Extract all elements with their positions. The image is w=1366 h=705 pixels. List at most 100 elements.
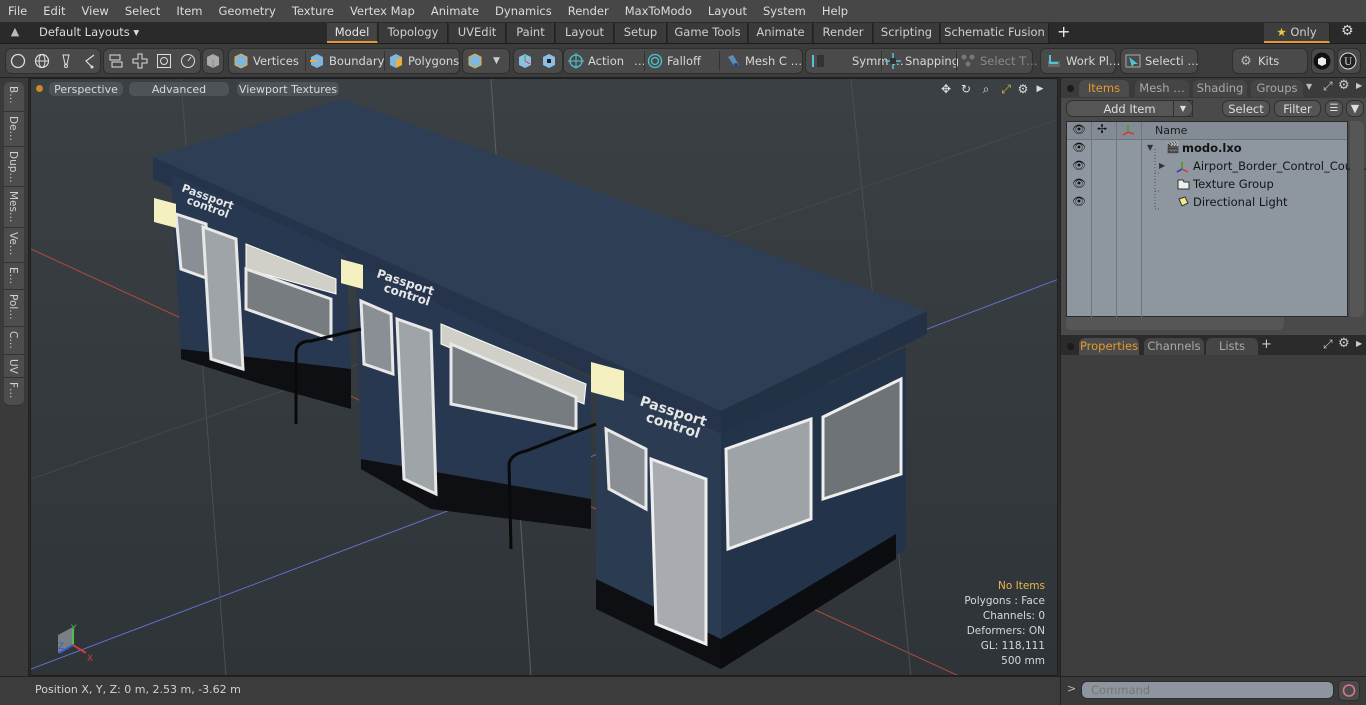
pen-button[interactable] [57, 49, 78, 73]
select-button[interactable]: Select [1222, 100, 1270, 117]
name-column-header[interactable]: Name [1155, 124, 1187, 137]
only-toggle[interactable]: ★ Only [1264, 23, 1330, 43]
list-item[interactable]: 👁 Directional Light [1067, 194, 1347, 212]
default-layouts-dropdown[interactable]: Default Layouts ▾ [39, 22, 139, 43]
menu-select[interactable]: Select [117, 0, 168, 22]
menu-vertex-map[interactable]: Vertex Map [342, 0, 423, 22]
command-input[interactable] [1081, 681, 1334, 699]
visibility-eye-icon[interactable]: 👁 [1072, 159, 1086, 172]
vtab-fusion[interactable]: F… [4, 378, 24, 406]
vtab-polygon[interactable]: Pol… [4, 290, 24, 327]
tab-uvedit[interactable]: UVEdit [449, 23, 506, 43]
visibility-eye-icon[interactable]: 👁 [1072, 195, 1086, 208]
lock-move-icon[interactable]: ✢ [1097, 122, 1107, 136]
items-list[interactable]: 👁 ✢ Name 👁 ▼ 🎬 modo.lxo 👁 ▶ Airport_Bord… [1066, 121, 1366, 318]
cross-button[interactable] [131, 49, 152, 73]
tab-render[interactable]: Render [814, 23, 873, 43]
panel-gear-icon[interactable]: ⚙ [1338, 78, 1350, 93]
menu-render[interactable]: Render [560, 0, 617, 22]
selection-sets-button[interactable]: Selecti … [1124, 49, 1199, 73]
visibility-eye-icon[interactable]: 👁 [1072, 177, 1086, 190]
menu-geometry[interactable]: Geometry [211, 0, 284, 22]
tab-shading[interactable]: Shading [1193, 80, 1247, 97]
tab-layout[interactable]: Layout [556, 23, 614, 43]
work-plane-button[interactable]: Work Pl… [1045, 49, 1120, 73]
add-properties-tab-button[interactable]: + [1261, 337, 1272, 352]
viewport-gear-icon[interactable]: ⚙ [1016, 82, 1030, 96]
panel-maximize-icon[interactable]: ⤢ [1323, 79, 1333, 94]
list-item[interactable]: 👁 Texture Group [1067, 176, 1347, 194]
tab-topology[interactable]: Topology [379, 23, 448, 43]
tab-game-tools[interactable]: Game Tools [668, 23, 748, 43]
record-macro-button[interactable] [1338, 680, 1360, 701]
items-horizontal-scrollbar[interactable] [1066, 317, 1284, 330]
globe-button[interactable] [33, 49, 54, 73]
modo-cube-button[interactable] [1313, 49, 1334, 73]
stack-button[interactable] [107, 49, 128, 73]
panel-gear-icon[interactable]: ⚙ [1338, 336, 1350, 351]
menu-layout[interactable]: Layout [700, 0, 755, 22]
panel-maximize-icon[interactable]: ⤢ [1323, 337, 1333, 352]
tab-animate[interactable]: Animate [749, 23, 813, 43]
tab-lists[interactable]: Lists [1206, 338, 1258, 355]
polygons-mode-button[interactable]: Polygons [387, 49, 459, 73]
panel-expand-icon[interactable]: ▶ [1356, 81, 1362, 90]
tab-properties[interactable]: Properties [1079, 338, 1139, 355]
settings-gear-icon[interactable]: ⚙ [1341, 23, 1354, 39]
menu-system[interactable]: System [755, 0, 814, 22]
falloff-button[interactable]: Falloff [646, 49, 701, 73]
maximize-arrows-icon[interactable]: ⤢ [999, 82, 1013, 96]
tab-paint[interactable]: Paint [507, 23, 555, 43]
square-circle-button[interactable] [155, 49, 176, 73]
menu-item[interactable]: Item [168, 0, 210, 22]
visibility-eye-icon[interactable]: 👁 [1072, 141, 1086, 154]
rotate-view-icon[interactable]: ↻ [959, 82, 973, 96]
tab-channels[interactable]: Channels [1144, 338, 1204, 355]
tab-mesh[interactable]: Mesh … [1135, 80, 1189, 97]
zoom-magnifier-icon[interactable]: ⌕ [979, 82, 993, 96]
tab-setup[interactable]: Setup [615, 23, 667, 43]
vtab-mesh-edit[interactable]: Mes… [4, 187, 24, 228]
tab-schematic-fusion[interactable]: Schematic Fusion [941, 23, 1049, 43]
tab-items[interactable]: Items [1079, 80, 1129, 97]
boundary-mode-button[interactable]: Boundary [308, 49, 384, 73]
dial-button[interactable] [179, 49, 200, 73]
filter-button[interactable]: Filter [1274, 100, 1321, 117]
material-dropdown-arrow[interactable]: ▼ [493, 49, 500, 73]
menu-texture[interactable]: Texture [284, 0, 342, 22]
vtab-uv[interactable]: UV [4, 355, 24, 378]
menu-dynamics[interactable]: Dynamics [487, 0, 560, 22]
unreal-button[interactable]: U [1339, 49, 1360, 73]
circle-select-button[interactable] [9, 49, 30, 73]
list-item[interactable]: 👁 ▶ Airport_Border_Control_Cou … [1067, 158, 1366, 176]
vtab-basic[interactable]: B… [4, 82, 24, 112]
local-transform-button[interactable] [540, 49, 561, 73]
advanced-button[interactable]: Advanced [128, 81, 230, 97]
vtab-vertex[interactable]: Ve… [4, 228, 24, 263]
action-center-button[interactable]: Action… [567, 49, 646, 73]
viewport-textures-button[interactable]: Viewport Textures [236, 81, 340, 97]
kits-button[interactable]: ⚙ Kits [1237, 49, 1279, 73]
items-vertical-scrollbar[interactable] [1350, 121, 1364, 317]
locator-axes-icon[interactable] [1121, 122, 1135, 139]
material-mode-button[interactable] [466, 49, 487, 73]
funnel-filter-icon[interactable]: ▼ [1346, 100, 1364, 117]
tab-scripting[interactable]: Scripting [874, 23, 940, 43]
tab-model[interactable]: Model [327, 23, 378, 43]
collapse-up-icon[interactable]: ▲ [8, 25, 22, 39]
select-through-button[interactable]: Select T… [959, 49, 1038, 73]
vtab-edge[interactable]: E… [4, 263, 24, 290]
world-transform-button[interactable] [516, 49, 537, 73]
perspective-button[interactable]: Perspective [48, 81, 124, 97]
visibility-eye-icon[interactable]: 👁 [1072, 123, 1086, 136]
vtab-duplicate[interactable]: Dup… [4, 147, 24, 187]
list-options-icon[interactable]: ☰ [1325, 100, 1343, 117]
panel-dot-icon[interactable] [1067, 85, 1074, 92]
mesh-constraint-button[interactable]: Mesh C … [724, 49, 802, 73]
add-item-dropdown-icon[interactable]: ▼ [1173, 100, 1193, 117]
panel-expand-icon[interactable]: ▶ [1356, 339, 1362, 348]
3d-viewport[interactable]: Passport control Passport control Passpo… [30, 78, 1058, 676]
panel-dot-icon[interactable] [1067, 343, 1074, 350]
item-mode-button[interactable] [204, 49, 225, 73]
viewport-status-dot-icon[interactable] [36, 85, 43, 92]
